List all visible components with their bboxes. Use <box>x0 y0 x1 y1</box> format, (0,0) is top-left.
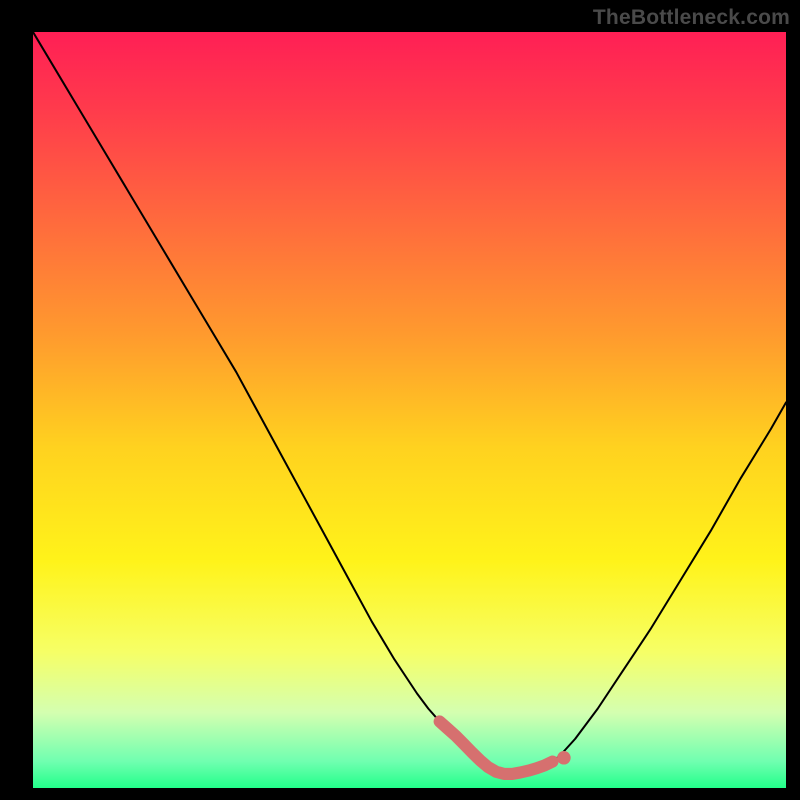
chart-stage: TheBottleneck.com <box>0 0 800 800</box>
optimal-range-end-dot <box>557 751 571 765</box>
bottleneck-chart <box>0 0 800 800</box>
gradient-background <box>33 32 786 788</box>
watermark-text: TheBottleneck.com <box>593 6 790 30</box>
